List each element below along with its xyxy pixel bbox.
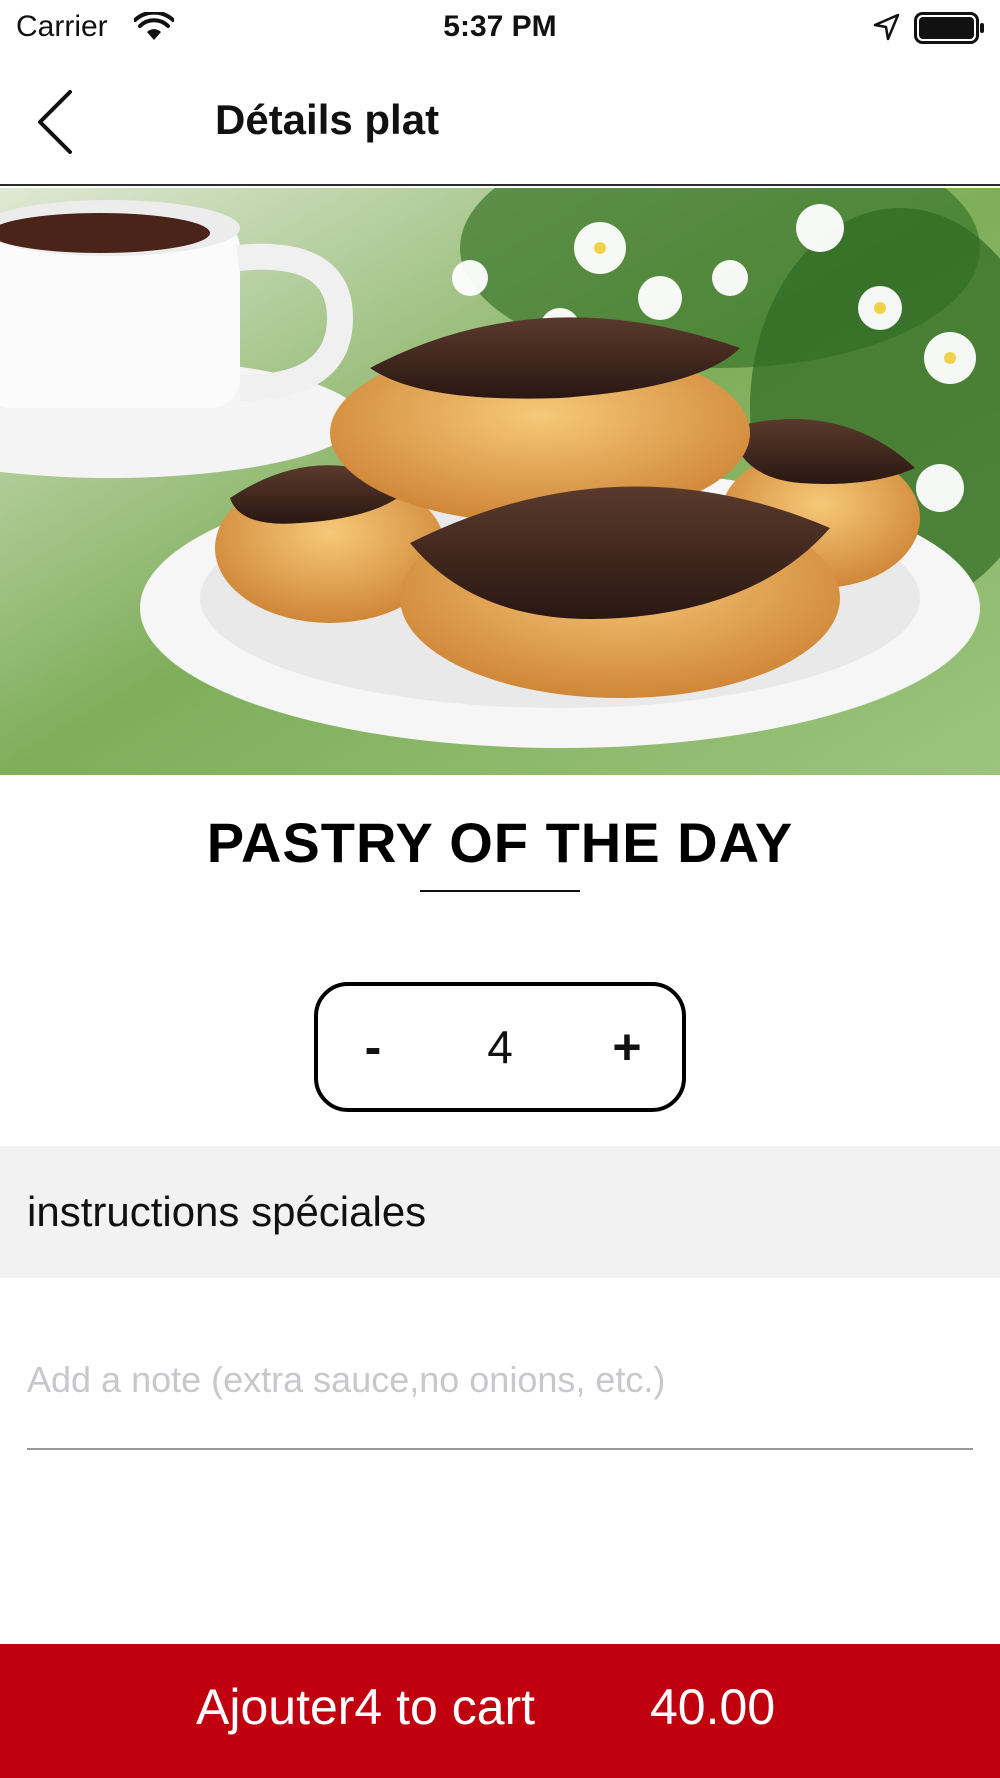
cart-price: 40.00 [650,1679,776,1735]
add-to-cart-button[interactable]: Ajouter4 to cart 40.00 [0,1644,1000,1778]
eclairs-photo [0,188,1000,775]
note-input[interactable] [27,1340,973,1450]
quantity-stepper: - 4 + [314,982,686,1112]
navigation-bar: Détails plat [0,56,1000,186]
battery-icon [914,12,984,44]
instructions-header-label: instructions spéciales [27,1188,427,1235]
instructions-section-header: instructions spéciales [0,1146,1000,1278]
title-underline [420,890,580,892]
page-title: Détails plat [215,96,440,143]
increase-quantity-button[interactable]: + [572,986,682,1108]
status-time: 5:37 PM [443,10,557,43]
dish-image [0,188,1000,775]
status-bar: Carrier 5:37 PM [0,0,1000,56]
chevron-left-icon [38,90,72,154]
back-button[interactable] [30,86,86,156]
quantity-value: 4 [487,1021,513,1073]
location-arrow-icon [873,13,900,41]
dish-title: PASTRY OF THE DAY [206,811,794,874]
decrease-quantity-button[interactable]: - [318,986,428,1108]
add-to-cart-label: Ajouter4 to cart [196,1679,536,1735]
